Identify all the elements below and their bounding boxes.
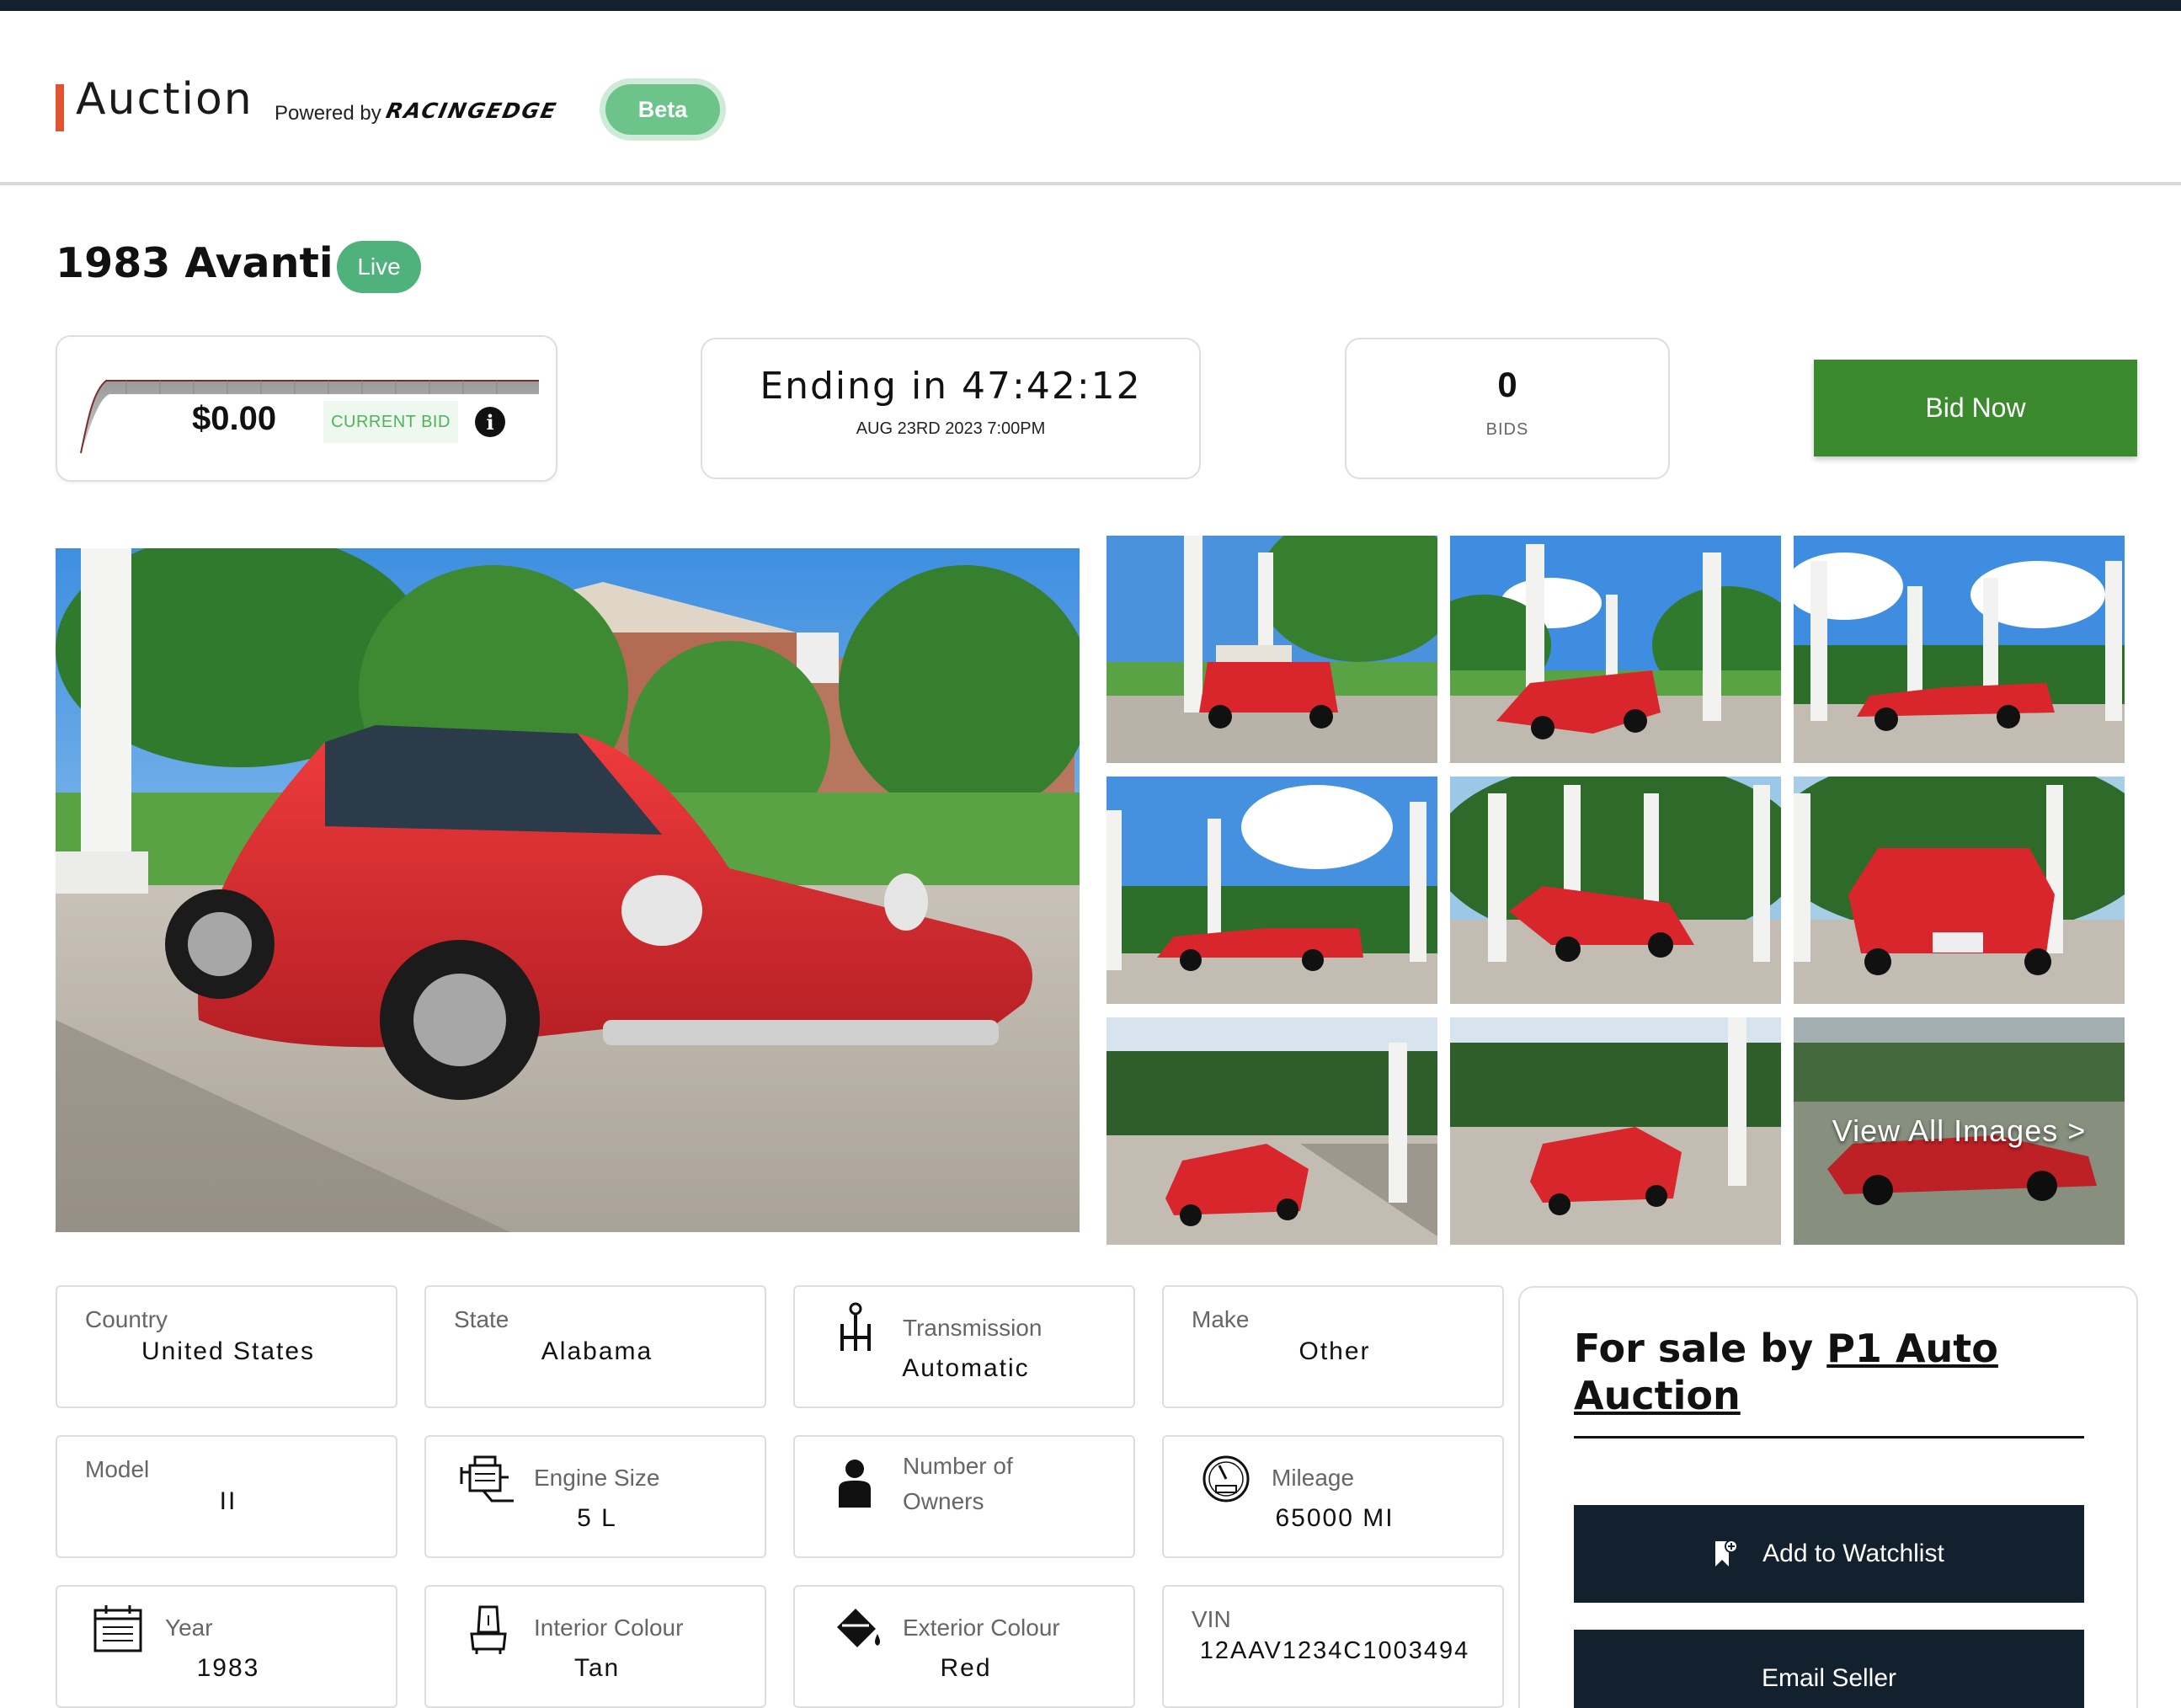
listing-title: 1983 Avanti II [56, 239, 379, 287]
spec-label: Model [85, 1456, 150, 1482]
current-bid-card: $0.00 CURRENT BID i [56, 335, 557, 482]
spec-value: 12AAV1234C1003494 [1199, 1637, 1470, 1664]
spec-value: Automatic [902, 1354, 1030, 1382]
spec-interior-colour: Interior Colour Tan [424, 1585, 766, 1708]
engine-icon [460, 1455, 514, 1503]
spec-transmission: Transmission Automatic [793, 1285, 1135, 1408]
spec-label: VIN [1192, 1606, 1231, 1632]
spec-vin: VIN 12AAV1234C1003494 [1162, 1585, 1504, 1708]
bookmark-add-icon [1715, 1540, 1738, 1567]
spec-label: Exterior Colour [903, 1615, 1060, 1641]
thumbnail-image [1106, 536, 1437, 763]
car-seat-icon [470, 1605, 507, 1654]
thumbnail-image [1794, 777, 2125, 1004]
gallery-thumbnail[interactable] [1450, 777, 1781, 1004]
paint-bucket-icon [837, 1609, 880, 1647]
spec-mileage: Mileage 65000 MI [1162, 1435, 1504, 1558]
beta-label: Beta [605, 84, 720, 135]
end-date-text: AUG 23RD 2023 7:00PM [856, 419, 1046, 438]
bid-trend-graph [80, 380, 539, 454]
thumbnail-image [1106, 777, 1437, 1004]
spec-label: State [454, 1306, 509, 1332]
site-header: Auction Powered by RACINGEDGE Beta [0, 11, 2181, 185]
gallery-thumbnail[interactable] [1106, 536, 1437, 763]
seller-card: For sale by P1 Auto Auction Add to Watch… [1518, 1286, 2138, 1708]
thumbnail-image [1450, 777, 1781, 1004]
spec-value: Tan [573, 1654, 621, 1682]
current-bid-amount: $0.00 [192, 400, 277, 437]
gallery-thumbnail[interactable] [1450, 1017, 1781, 1245]
gallery-thumbnail[interactable] [1106, 1017, 1437, 1245]
add-to-watchlist-button[interactable]: Add to Watchlist [1574, 1505, 2084, 1603]
spec-value: Red [940, 1654, 992, 1682]
view-all-images-link[interactable]: View All Images > [1794, 1017, 2125, 1245]
gallery-thumbnail[interactable] [1794, 777, 2125, 1004]
thumbnail-image [1450, 1017, 1781, 1245]
gear-shifter-icon [840, 1302, 871, 1351]
spec-state: State Alabama [424, 1285, 766, 1408]
gallery-thumbnail[interactable] [1794, 536, 2125, 763]
spec-value: Alabama [541, 1337, 653, 1365]
thumbnail-image [1106, 1017, 1437, 1245]
spec-year: Year 1983 [56, 1585, 397, 1708]
spec-label: Year [165, 1615, 213, 1641]
spec-exterior-colour: Exterior Colour Red [793, 1585, 1135, 1708]
live-status-badge: Live [337, 241, 421, 293]
email-seller-button[interactable]: Email Seller [1574, 1630, 2084, 1708]
odometer-icon [1202, 1455, 1250, 1503]
racingedge-logo[interactable]: RACINGEDGE [384, 99, 560, 123]
spec-value: 5 L [577, 1504, 617, 1532]
person-icon [839, 1460, 871, 1508]
spec-label: Number of Owners [903, 1453, 1013, 1514]
brand-title[interactable]: Auction [76, 74, 253, 125]
spec-engine-size: Engine Size 5 L [424, 1435, 766, 1558]
watchlist-label: Add to Watchlist [1762, 1540, 1944, 1567]
spec-value: 1983 [196, 1654, 260, 1682]
thumbnail-image [1794, 536, 2125, 763]
seller-prefix: For sale by [1574, 1326, 1814, 1371]
seller-heading: For sale by P1 Auto Auction [1574, 1325, 2096, 1419]
bids-label: BIDS [1485, 420, 1529, 439]
spec-country: Country United States [56, 1285, 397, 1408]
spec-label: Make [1192, 1306, 1250, 1332]
spec-label: Engine Size [534, 1465, 660, 1491]
spec-value: Other [1298, 1337, 1371, 1365]
calendar-icon [93, 1605, 142, 1652]
spec-value: II [219, 1487, 237, 1515]
countdown-text: Ending in 47:42:12 [760, 365, 1142, 408]
view-all-images-tile[interactable]: View All Images > [1794, 1017, 2125, 1245]
beta-badge: Beta [600, 78, 726, 141]
gallery-thumbnail[interactable] [1450, 536, 1781, 763]
bid-now-button[interactable]: Bid Now [1814, 360, 2137, 456]
top-bar [0, 0, 2181, 11]
current-bid-label: CURRENT BID [323, 401, 458, 443]
thumbnail-image [1450, 536, 1781, 763]
spec-model: Model II [56, 1435, 397, 1558]
main-car-photo[interactable] [56, 548, 1080, 1232]
spec-label: Interior Colour [534, 1615, 684, 1641]
main-photo-image [56, 548, 1080, 1232]
gallery-thumbnail[interactable] [1106, 777, 1437, 1004]
info-icon[interactable]: i [475, 407, 505, 437]
spec-number-of-owners: Number of Owners [793, 1435, 1135, 1558]
powered-by-text: Powered by [275, 102, 381, 125]
spec-label: Mileage [1272, 1465, 1355, 1491]
spec-value: United States [141, 1337, 316, 1365]
bids-count-card: 0 BIDS [1345, 338, 1670, 479]
brand-accent-bar [56, 84, 64, 131]
spec-label: Country [85, 1306, 168, 1332]
seller-divider [1574, 1436, 2084, 1438]
ending-timer-card: Ending in 47:42:12 AUG 23RD 2023 7:00PM [701, 338, 1201, 479]
spec-make: Make Other [1162, 1285, 1504, 1408]
spec-value: 65000 MI [1275, 1504, 1394, 1532]
spec-label: Transmission [903, 1315, 1043, 1341]
bids-count: 0 [1497, 365, 1517, 404]
